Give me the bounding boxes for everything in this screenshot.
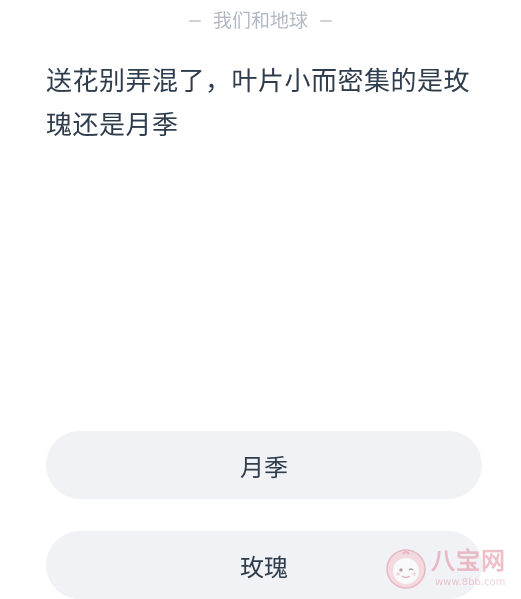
question-text: 送花别弄混了，叶片小而密集的是玫瑰还是月季 <box>46 67 471 141</box>
watermark-url: www.8bb.com <box>435 577 506 588</box>
category-header: 我们和地球 <box>0 8 521 34</box>
answer-option-2-label: 玫瑰 <box>240 553 288 582</box>
answer-option-1[interactable]: 月季 <box>46 431 482 499</box>
right-divider-dash <box>320 20 332 22</box>
watermark-title: 八宝网 <box>431 547 506 575</box>
category-title: 我们和地球 <box>212 10 308 32</box>
site-watermark: 八宝网 www.8bb.com <box>385 546 521 597</box>
baby-face-logo-icon <box>386 549 426 589</box>
left-divider-dash <box>188 20 201 22</box>
answer-option-1-label: 月季 <box>240 453 288 482</box>
